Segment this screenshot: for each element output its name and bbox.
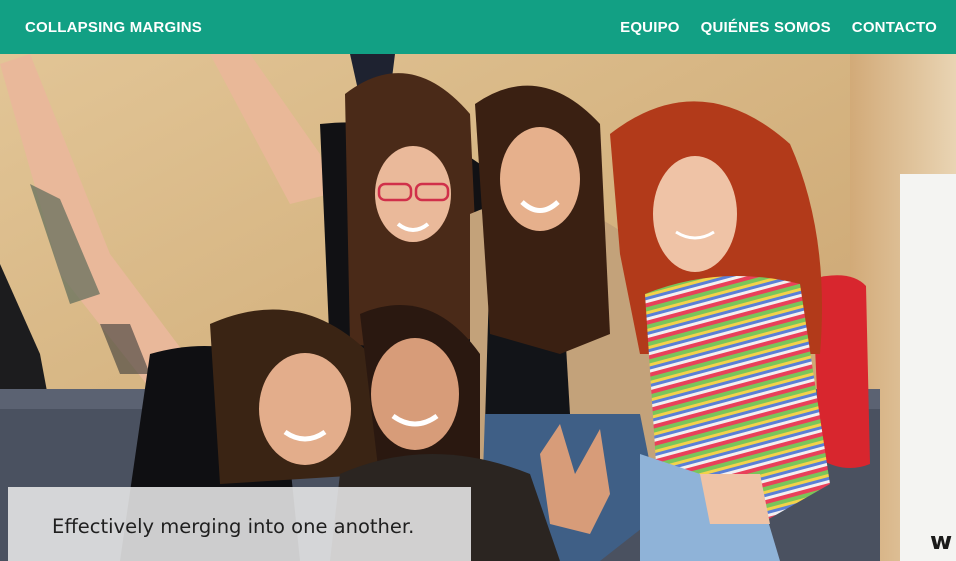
hero-image: w	[0, 54, 956, 561]
team-photo: w	[0, 54, 956, 561]
nav-link-contacto[interactable]: CONTACTO	[852, 19, 937, 36]
nav-link-equipo[interactable]: EQUIPO	[620, 19, 680, 36]
nav-link-quienes-somos[interactable]: QUIÉNES SOMOS	[701, 19, 831, 36]
wall-logo-fragment: w	[930, 527, 952, 555]
main-nav: EQUIPO QUIÉNES SOMOS CONTACTO	[620, 19, 937, 36]
hero-caption-box: Effectively merging into one another.	[8, 487, 471, 561]
hero-caption: Effectively merging into one another.	[52, 515, 415, 538]
top-navbar: COLLAPSING MARGINS EQUIPO QUIÉNES SOMOS …	[0, 0, 956, 54]
brand-logo-link[interactable]: COLLAPSING MARGINS	[25, 19, 202, 36]
